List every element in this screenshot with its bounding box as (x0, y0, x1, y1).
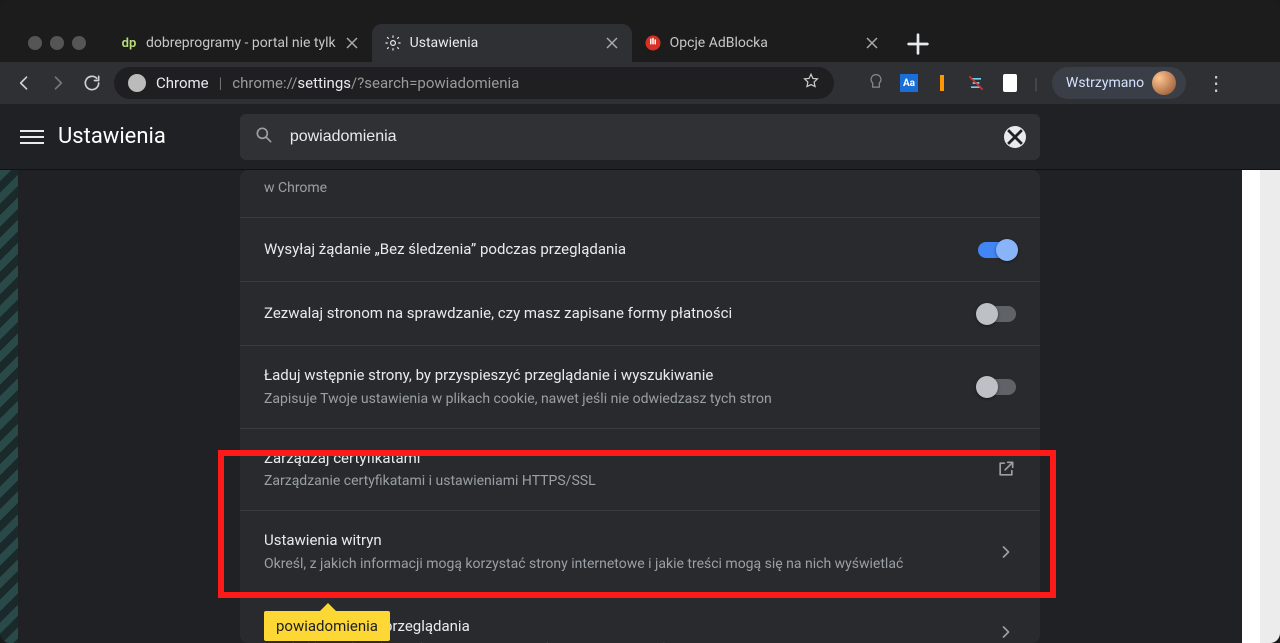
row-subtitle: Zarządzanie certyfikatami i ustawieniami… (264, 471, 980, 492)
chrome-page-icon (128, 74, 146, 92)
decorative-edge (1242, 170, 1260, 643)
toggle-switch[interactable] (978, 379, 1016, 395)
profile-chip[interactable]: Wstrzymano (1052, 67, 1186, 99)
tab-strip: dp dobreprogramy - portal nie tylk Ustaw… (0, 0, 1280, 62)
row-title: Zezwalaj stronom na sprawdzanie, czy mas… (264, 302, 962, 325)
gear-icon (384, 34, 402, 52)
close-tab-icon[interactable] (344, 35, 360, 51)
nav-buttons (14, 73, 102, 93)
settings-row-clear-browsing[interactable]: placeholder przeglądania Usuń pliki cook… (240, 593, 1040, 643)
settings-row-truncated-top[interactable]: w Chrome (240, 170, 1040, 217)
omnibox-url: chrome://settings/?search=powiadomienia (232, 74, 519, 92)
extension-icon[interactable] (866, 73, 886, 93)
settings-row-payment-check[interactable]: Zezwalaj stronom na sprawdzanie, czy mas… (240, 281, 1040, 345)
chevron-right-icon (996, 622, 1016, 642)
settings-header: Ustawienia (0, 104, 1280, 170)
row-subtitle: w Chrome (264, 178, 1016, 199)
minimize-window-button[interactable] (50, 36, 64, 50)
extension-icon[interactable] (966, 73, 986, 93)
reload-button[interactable] (82, 73, 102, 93)
row-subtitle: Zapisuje Twoje ustawienia w plikach cook… (264, 389, 962, 410)
omnibox-host-label: Chrome (156, 74, 209, 92)
settings-row-site-settings[interactable]: Ustawienia witryn Określ, z jakich infor… (240, 510, 1040, 593)
chevron-right-icon (996, 542, 1016, 562)
tab-title: Opcje AdBlocka (670, 35, 856, 51)
external-link-icon (996, 459, 1016, 479)
hand-icon (644, 34, 662, 52)
tab-dobreprogramy[interactable]: dp dobreprogramy - portal nie tylk (108, 24, 372, 62)
extension-icons: Aa | Wstrzymano ⋮ (866, 67, 1232, 99)
window-controls (28, 36, 86, 50)
back-button[interactable] (14, 73, 34, 93)
settings-row-certificates[interactable]: Zarządzaj certyfikatami Zarządzanie cert… (240, 428, 1040, 511)
site-favicon: dp (120, 34, 138, 52)
profile-status-label: Wstrzymano (1066, 75, 1144, 91)
settings-row-do-not-track[interactable]: Wysyłaj żądanie „Bez śledzenia” podczas … (240, 217, 1040, 281)
tab-adblock-options[interactable]: Opcje AdBlocka (632, 24, 892, 62)
clear-search-button[interactable] (1004, 126, 1026, 148)
app-window: dp dobreprogramy - portal nie tylk Ustaw… (0, 0, 1280, 643)
forward-button[interactable] (48, 73, 68, 93)
search-icon (254, 125, 274, 149)
tab-title: Ustawienia (410, 35, 596, 51)
row-subtitle: Określ, z jakich informacji mogą korzyst… (264, 554, 980, 575)
new-tab-button[interactable] (902, 28, 934, 60)
browser-toolbar: Chrome | chrome://settings/?search=powia… (0, 62, 1280, 104)
scrollbar[interactable] (1260, 170, 1280, 643)
browser-menu-button[interactable]: ⋮ (1200, 71, 1232, 95)
page-title: Ustawienia (58, 124, 166, 149)
tab-title: dobreprogramy - portal nie tylk (146, 35, 336, 51)
row-title: Wysyłaj żądanie „Bez śledzenia” podczas … (264, 238, 962, 261)
row-title: Zarządzaj certyfikatami (264, 447, 980, 470)
extension-icon[interactable]: Aa (900, 74, 918, 92)
row-title-partial: przeglądania (384, 615, 470, 638)
bookmark-star-icon[interactable] (802, 72, 820, 94)
extension-icon[interactable] (932, 73, 952, 93)
menu-icon[interactable] (20, 125, 44, 149)
row-title: Ustawienia witryn (264, 529, 980, 552)
settings-search[interactable] (240, 114, 1040, 160)
close-tab-icon[interactable] (864, 35, 880, 51)
search-match-tooltip: powiadomienia (264, 611, 390, 641)
close-tab-icon[interactable] (604, 35, 620, 51)
settings-panel: w Chrome Wysyłaj żądanie „Bez śledzenia”… (240, 170, 1040, 643)
settings-search-input[interactable] (290, 128, 988, 146)
row-title: Ładuj wstępnie strony, by przyspieszyć p… (264, 364, 962, 387)
extension-icon[interactable] (1000, 73, 1020, 93)
toggle-switch[interactable] (978, 306, 1016, 322)
omnibox[interactable]: Chrome | chrome://settings/?search=powia… (114, 67, 834, 99)
settings-content: w Chrome Wysyłaj żądanie „Bez śledzenia”… (0, 170, 1280, 643)
close-window-button[interactable] (28, 36, 42, 50)
decorative-edge (0, 170, 18, 643)
avatar (1152, 71, 1176, 95)
tab-settings[interactable]: Ustawienia (372, 24, 632, 62)
maximize-window-button[interactable] (72, 36, 86, 50)
toggle-switch[interactable] (978, 242, 1016, 258)
settings-row-preload[interactable]: Ładuj wstępnie strony, by przyspieszyć p… (240, 345, 1040, 428)
